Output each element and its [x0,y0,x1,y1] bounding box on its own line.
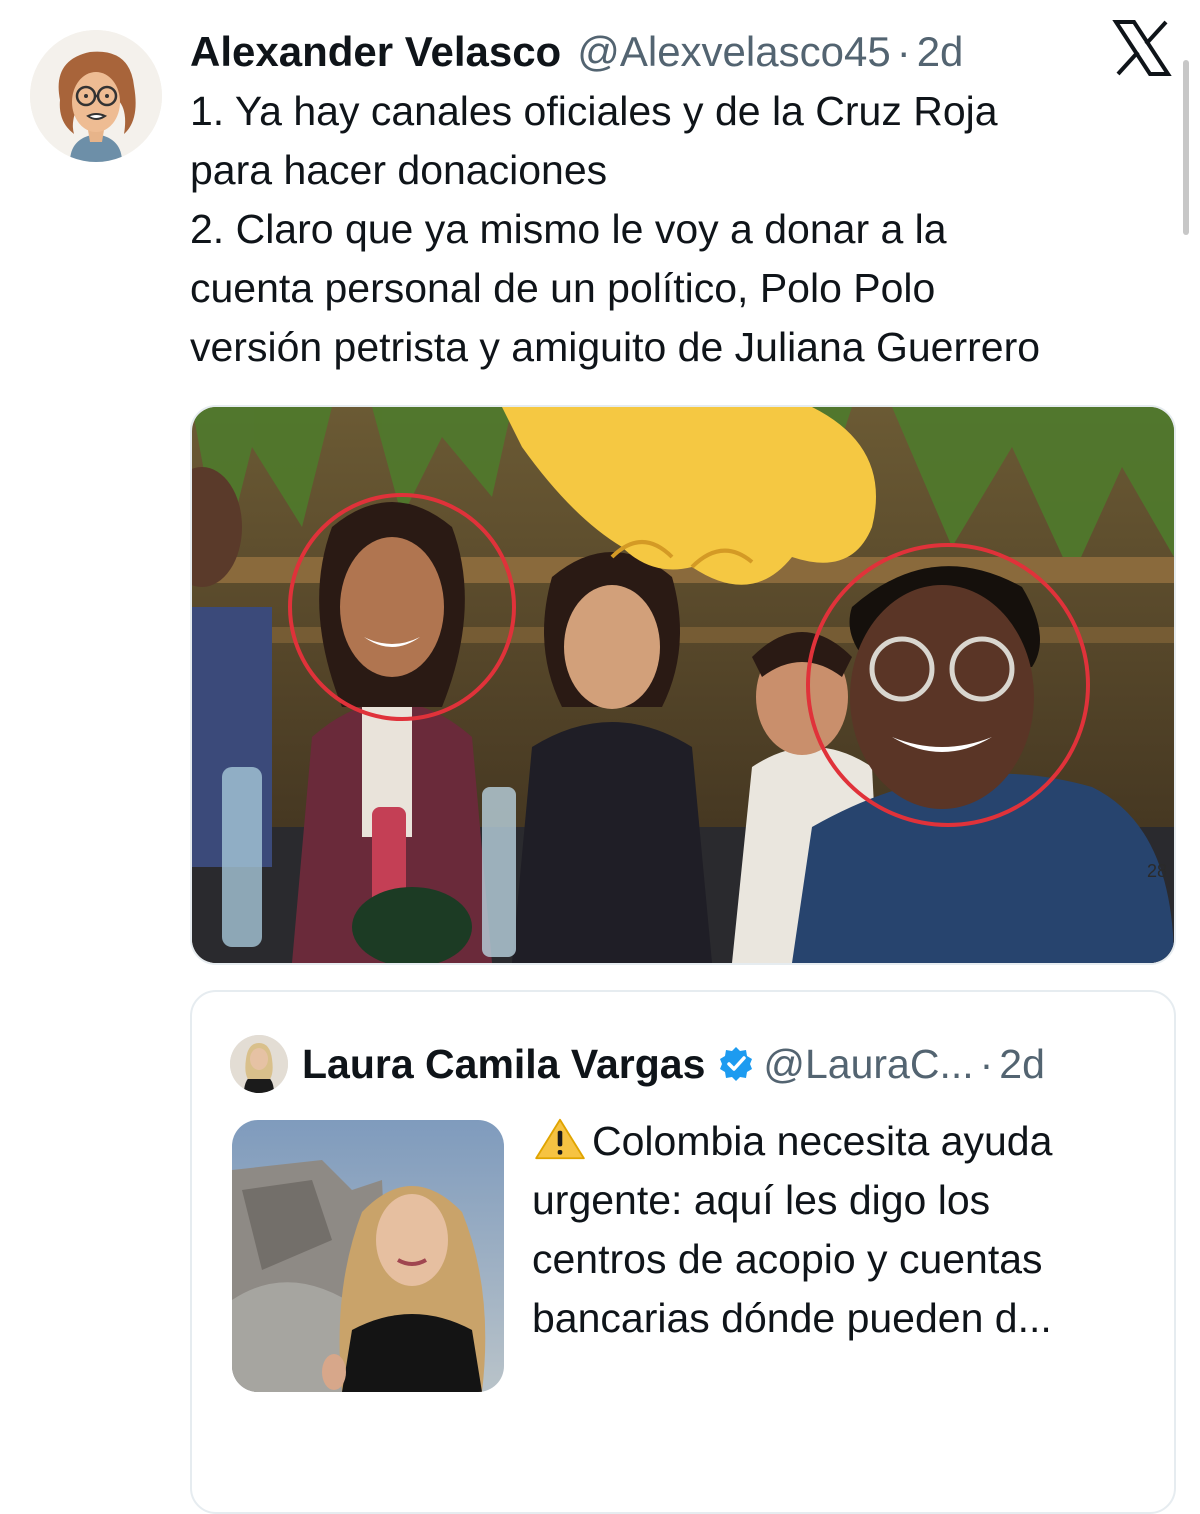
tweet-header: Alexander Velasco @Alexvelasco45 · 2d [190,22,963,82]
quoted-video-thumbnail[interactable] [232,1120,504,1392]
scrollbar[interactable] [1183,60,1189,235]
photo-corner-number: 28 [1147,861,1167,881]
warning-icon [535,1118,585,1160]
x-logo-icon[interactable] [1112,18,1172,78]
quoted-tweet-body: Colombia necesita ayuda urgente: aquí le… [532,1118,1053,1341]
quoted-author-handle[interactable]: @LauraC... [763,1041,973,1088]
author-name[interactable]: Alexander Velasco [190,28,561,76]
tweet-timestamp[interactable]: 2d [917,28,964,76]
author-handle[interactable]: @Alexvelasco45 [577,28,890,76]
quoted-separator-dot: · [979,1040,994,1087]
tweet-photo[interactable]: 28 [190,405,1176,965]
author-avatar[interactable] [30,30,162,162]
quoted-timestamp[interactable]: 2d [999,1041,1045,1088]
verified-badge-icon [720,1047,753,1081]
quoted-tweet-header: Laura Camila Vargas @LauraC... · 2d [230,1035,1045,1093]
quoted-author-avatar[interactable] [230,1035,288,1093]
separator-dot: · [896,28,911,75]
quoted-tweet-card[interactable]: Laura Camila Vargas @LauraC... · 2d Colo… [190,990,1176,1514]
tweet-text: 1. Ya hay canales oficiales y de la Cruz… [190,88,1041,370]
quoted-author-name[interactable]: Laura Camila Vargas [302,1041,705,1088]
quoted-tweet-text: Colombia necesita ayuda urgente: aquí le… [532,1112,1152,1348]
